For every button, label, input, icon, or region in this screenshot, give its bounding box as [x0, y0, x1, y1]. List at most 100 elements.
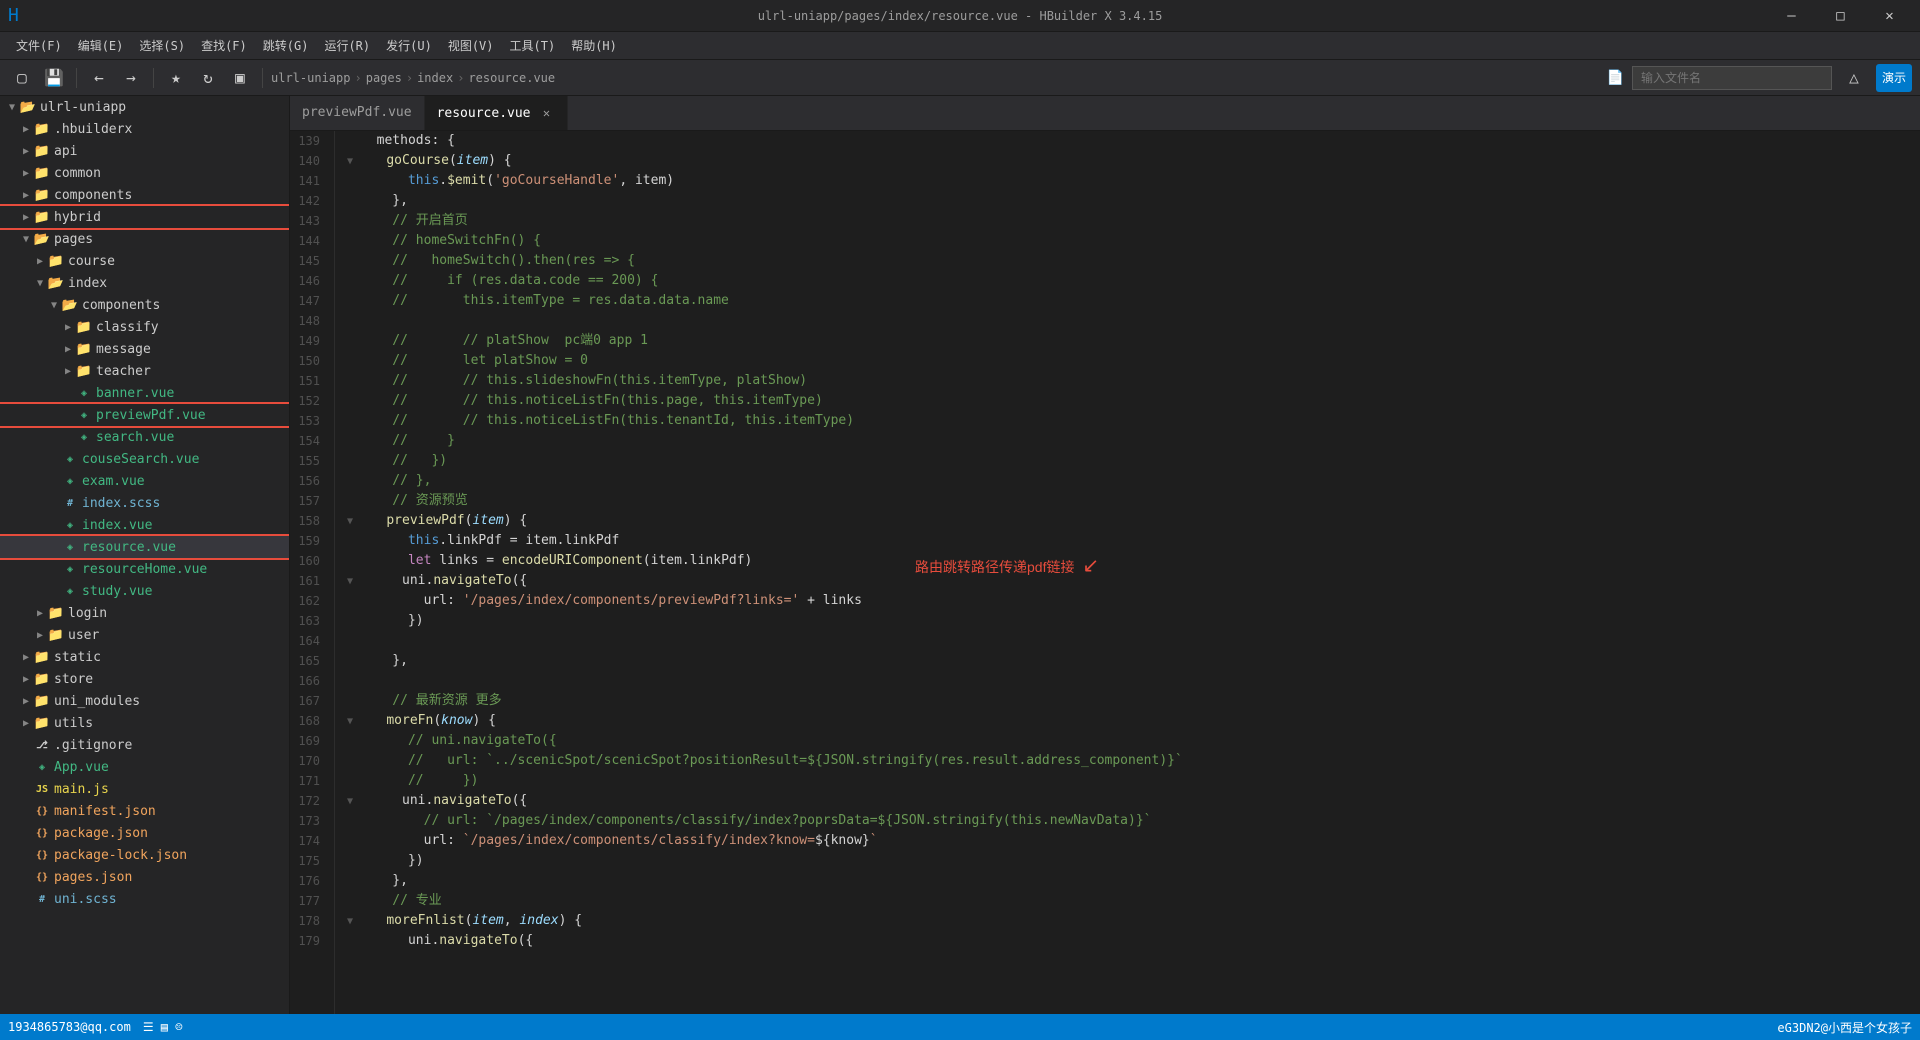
sidebar-item-utils[interactable]: ▶📁utils — [0, 712, 289, 734]
menu-publish[interactable]: 发行(U) — [378, 32, 440, 60]
menu-tools[interactable]: 工具(T) — [502, 32, 564, 60]
sidebar-item-login[interactable]: ▶📁login — [0, 602, 289, 624]
breadcrumb-part3[interactable]: index — [417, 71, 453, 85]
folder-arrow-icon: ▼ — [4, 99, 20, 115]
code-line: ▼ goCourse(item) { — [347, 151, 1920, 171]
tree-item-label: index — [68, 276, 107, 291]
forward-button[interactable]: → — [117, 64, 145, 92]
line-number: 159 — [290, 531, 326, 551]
maximize-button[interactable]: □ — [1818, 2, 1863, 30]
sidebar-item-components[interactable]: ▼📂components — [0, 294, 289, 316]
tree-item-label: login — [68, 606, 107, 621]
sidebar-item-classify[interactable]: ▶📁classify — [0, 316, 289, 338]
fold-icon[interactable]: ▼ — [347, 516, 353, 527]
fold-icon[interactable]: ▼ — [347, 916, 353, 927]
filter-button[interactable]: △ — [1840, 64, 1868, 92]
file-type-icon: ◈ — [34, 759, 50, 775]
breadcrumb-part1[interactable]: ulrl-uniapp — [271, 71, 350, 85]
sidebar-item--hbuilderx[interactable]: ▶📁.hbuilderx — [0, 118, 289, 140]
file-explorer: ▼📂ulrl-uniapp▶📁.hbuilderx▶📁api▶📁common▶📁… — [0, 96, 290, 1014]
sidebar-item-search-vue[interactable]: ◈search.vue — [0, 426, 289, 448]
sidebar-item-store[interactable]: ▶📁store — [0, 668, 289, 690]
sidebar-item-hybrid[interactable]: ▶📁hybrid — [0, 206, 289, 228]
sidebar-item-teacher[interactable]: ▶📁teacher — [0, 360, 289, 382]
fold-icon[interactable]: ▼ — [347, 716, 353, 727]
menu-select[interactable]: 选择(S) — [131, 32, 193, 60]
sidebar-item--gitignore[interactable]: ⎇.gitignore — [0, 734, 289, 756]
sidebar-item-package-json[interactable]: {}package.json — [0, 822, 289, 844]
tab-previewpdf[interactable]: previewPdf.vue — [290, 96, 425, 130]
sidebar-item-components[interactable]: ▶📁components — [0, 184, 289, 206]
fold-icon[interactable]: ▼ — [347, 576, 353, 587]
toolbar-sep3 — [262, 68, 263, 88]
tab-resource[interactable]: resource.vue ✕ — [425, 96, 568, 130]
sidebar-item-user[interactable]: ▶📁user — [0, 624, 289, 646]
sidebar-item-ulrl-uniapp[interactable]: ▼📂ulrl-uniapp — [0, 96, 289, 118]
file-type-icon: ◈ — [62, 473, 78, 489]
fold-icon[interactable]: ▼ — [347, 796, 353, 807]
menu-file[interactable]: 文件(F) — [8, 32, 70, 60]
tree-item-label: message — [96, 342, 151, 357]
sidebar-item-resource-vue[interactable]: ◈resource.vue — [0, 536, 289, 558]
tree-item-label: package.json — [54, 826, 148, 841]
sidebar-item-index-scss[interactable]: #index.scss — [0, 492, 289, 514]
line-number: 168 — [290, 711, 326, 731]
folder-icon: 📁 — [34, 209, 50, 225]
menu-run[interactable]: 运行(R) — [316, 32, 378, 60]
line-number: 156 — [290, 471, 326, 491]
sidebar-item-message[interactable]: ▶📁message — [0, 338, 289, 360]
sidebar-item-banner-vue[interactable]: ◈banner.vue — [0, 382, 289, 404]
sidebar-item-static[interactable]: ▶📁static — [0, 646, 289, 668]
menu-view[interactable]: 视图(V) — [440, 32, 502, 60]
file-type-icon: ◈ — [62, 451, 78, 467]
split-button[interactable]: ▣ — [226, 64, 254, 92]
sidebar-item-course[interactable]: ▶📁course — [0, 250, 289, 272]
sidebar-item-index-vue[interactable]: ◈index.vue — [0, 514, 289, 536]
breadcrumb-part4[interactable]: resource.vue — [468, 71, 555, 85]
minimize-button[interactable]: – — [1769, 2, 1814, 30]
menu-goto[interactable]: 跳转(G) — [255, 32, 317, 60]
code-line: }) — [347, 611, 1920, 631]
tab-close-resource[interactable]: ✕ — [539, 105, 555, 121]
save-button[interactable]: 💾 — [40, 64, 68, 92]
menu-edit[interactable]: 编辑(E) — [70, 32, 132, 60]
code-container: 1391401411421431441451461471481491501511… — [290, 131, 1920, 1014]
sidebar-item-App-vue[interactable]: ◈App.vue — [0, 756, 289, 778]
settings-button[interactable]: 演示 — [1876, 64, 1912, 92]
sidebar-item-previewPdf-vue[interactable]: ◈previewPdf.vue — [0, 404, 289, 426]
sidebar-item-manifest-json[interactable]: {}manifest.json — [0, 800, 289, 822]
sidebar-item-study-vue[interactable]: ◈study.vue — [0, 580, 289, 602]
code-line: ▼ uni.navigateTo({ — [347, 571, 1920, 591]
menu-find[interactable]: 查找(F) — [193, 32, 255, 60]
sidebar-item-uni_modules[interactable]: ▶📁uni_modules — [0, 690, 289, 712]
sidebar-item-index[interactable]: ▼📂index — [0, 272, 289, 294]
line-number: 177 — [290, 891, 326, 911]
new-file-button[interactable]: ▢ — [8, 64, 36, 92]
code-editor[interactable]: 1391401411421431441451461471481491501511… — [290, 131, 1920, 1014]
file-type-icon: # — [62, 495, 78, 511]
sidebar-item-exam-vue[interactable]: ◈exam.vue — [0, 470, 289, 492]
sidebar-item-pages[interactable]: ▼📂pages — [0, 228, 289, 250]
history-button[interactable]: ↻ — [194, 64, 222, 92]
search-input[interactable] — [1632, 66, 1832, 90]
close-button[interactable]: ✕ — [1867, 2, 1912, 30]
sidebar-item-main-js[interactable]: JSmain.js — [0, 778, 289, 800]
menu-help[interactable]: 帮助(H) — [563, 32, 625, 60]
sidebar-item-common[interactable]: ▶📁common — [0, 162, 289, 184]
code-line: // }, — [347, 471, 1920, 491]
breadcrumb-part2[interactable]: pages — [366, 71, 402, 85]
folder-arrow-icon: ▶ — [60, 341, 76, 357]
fold-icon[interactable]: ▼ — [347, 156, 353, 167]
back-button[interactable]: ← — [85, 64, 113, 92]
sidebar-item-pages-json[interactable]: {}pages.json — [0, 866, 289, 888]
sidebar-item-resourceHome-vue[interactable]: ◈resourceHome.vue — [0, 558, 289, 580]
bookmark-button[interactable]: ★ — [162, 64, 190, 92]
titlebar-left: H — [8, 5, 19, 26]
sidebar-item-uni-scss[interactable]: #uni.scss — [0, 888, 289, 910]
folder-arrow-icon: ▼ — [32, 275, 48, 291]
titlebar-controls: – □ ✕ — [1769, 2, 1912, 30]
sidebar-item-api[interactable]: ▶📁api — [0, 140, 289, 162]
sidebar-item-couseSearch-vue[interactable]: ◈couseSearch.vue — [0, 448, 289, 470]
file-type-icon: ◈ — [62, 583, 78, 599]
sidebar-item-package-lock-json[interactable]: {}package-lock.json — [0, 844, 289, 866]
